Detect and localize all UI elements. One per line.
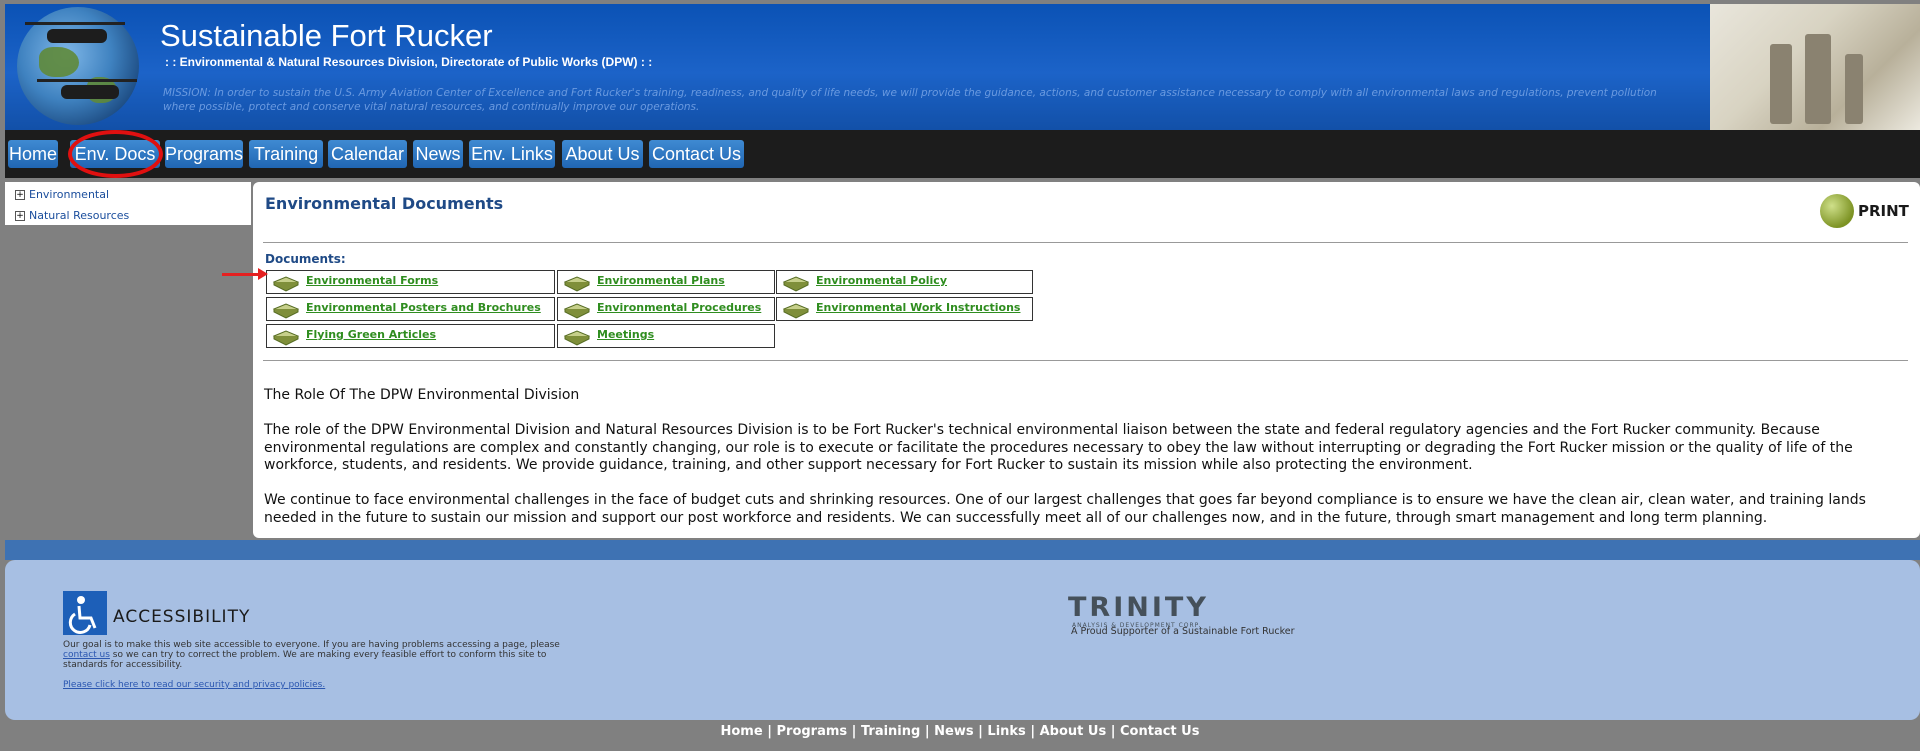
doc-link[interactable]: Environmental Plans xyxy=(597,274,725,287)
expand-icon[interactable]: + xyxy=(15,211,25,221)
tab-env-links[interactable]: Env. Links xyxy=(469,140,555,168)
footer-link-training[interactable]: Training xyxy=(861,724,920,739)
sidebar-item-label[interactable]: Environmental xyxy=(29,188,109,201)
doc-meetings[interactable]: Meetings xyxy=(557,324,775,348)
doc-environmental-procedures[interactable]: Environmental Procedures xyxy=(557,297,775,321)
tab-calendar[interactable]: Calendar xyxy=(328,140,407,168)
role-paragraph-2: We continue to face environmental challe… xyxy=(264,492,1866,526)
role-heading: The Role Of The DPW Environmental Divisi… xyxy=(264,387,580,403)
tab-programs[interactable]: Programs xyxy=(165,140,243,168)
book-icon xyxy=(272,276,300,292)
site-header: Sustainable Fort Rucker : : Environmenta… xyxy=(5,4,1920,130)
doc-environmental-policy[interactable]: Environmental Policy xyxy=(776,270,1033,294)
footer-link-programs[interactable]: Programs xyxy=(777,724,848,739)
main-nav: Home Env. Docs Programs Training Calenda… xyxy=(5,130,1920,178)
privacy-policy-link[interactable]: Please click here to read our security a… xyxy=(63,680,325,690)
documents-label: Documents: xyxy=(265,252,346,266)
sidebar-item-natural-resources[interactable]: + Natural Resources xyxy=(15,209,129,222)
accessibility-text: Our goal is to make this web site access… xyxy=(63,640,563,670)
role-paragraph-1: The role of the DPW Environmental Divisi… xyxy=(264,422,1853,473)
doc-link[interactable]: Environmental Policy xyxy=(816,274,947,287)
tab-training[interactable]: Training xyxy=(249,140,323,168)
divider xyxy=(263,242,1908,243)
highlight-circle xyxy=(68,130,163,178)
book-icon xyxy=(563,303,591,319)
accessibility-title: ACCESSIBILITY xyxy=(113,607,251,627)
doc-link[interactable]: Meetings xyxy=(597,328,654,341)
bottom-links: Home | Programs | Training | News | Link… xyxy=(720,724,1200,739)
footer-link-contact-us[interactable]: Contact Us xyxy=(1120,724,1199,739)
expand-icon[interactable]: + xyxy=(15,190,25,200)
book-icon xyxy=(563,276,591,292)
tab-home[interactable]: Home xyxy=(8,140,58,168)
content-panel: Environmental Documents PRINT Documents:… xyxy=(253,182,1920,538)
book-icon xyxy=(563,330,591,346)
doc-flying-green-articles[interactable]: Flying Green Articles xyxy=(266,324,555,348)
book-icon xyxy=(782,303,810,319)
tab-about-us[interactable]: About Us xyxy=(562,140,643,168)
divider xyxy=(263,360,1908,361)
accessibility-text-before: Our goal is to make this web site access… xyxy=(63,640,560,650)
print-button[interactable]: PRINT xyxy=(1820,192,1910,232)
accessibility-text-after: so we can try to correct the problem. We… xyxy=(63,650,547,670)
contact-us-link[interactable]: contact us xyxy=(63,650,110,660)
tab-news[interactable]: News xyxy=(413,140,463,168)
sidebar-item-label[interactable]: Natural Resources xyxy=(29,209,129,222)
doc-link[interactable]: Flying Green Articles xyxy=(306,328,436,341)
trinity-wordmark: TRINITY xyxy=(1068,592,1209,623)
book-icon xyxy=(272,330,300,346)
doc-environmental-forms[interactable]: Environmental Forms xyxy=(266,270,555,294)
doc-link[interactable]: Environmental Work Instructions xyxy=(816,301,1020,314)
footer-strip xyxy=(5,540,1920,560)
footer-link-home[interactable]: Home xyxy=(721,724,763,739)
site-title: Sustainable Fort Rucker xyxy=(160,18,493,53)
doc-link[interactable]: Environmental Posters and Brochures xyxy=(306,301,541,314)
footer-link-links[interactable]: Links xyxy=(987,724,1025,739)
globe-helicopter-logo xyxy=(17,7,139,125)
footer: ACCESSIBILITY Our goal is to make this w… xyxy=(5,560,1920,720)
footer-link-news[interactable]: News xyxy=(934,724,973,739)
page-title: Environmental Documents xyxy=(265,194,504,213)
print-icon[interactable] xyxy=(1820,194,1854,228)
sidebar-item-environmental[interactable]: + Environmental xyxy=(15,188,109,201)
footer-link-about-us[interactable]: About Us xyxy=(1040,724,1107,739)
print-label[interactable]: PRINT xyxy=(1858,202,1909,220)
tab-contact-us[interactable]: Contact Us xyxy=(649,140,744,168)
book-icon xyxy=(782,276,810,292)
doc-environmental-posters[interactable]: Environmental Posters and Brochures xyxy=(266,297,555,321)
doc-environmental-work-instructions[interactable]: Environmental Work Instructions xyxy=(776,297,1033,321)
mission-statement: MISSION: In order to sustain the U.S. Ar… xyxy=(163,87,1657,113)
book-icon xyxy=(272,303,300,319)
wheelchair-icon xyxy=(63,591,107,635)
trinity-tagline: A Proud Supporter of a Sustainable Fort … xyxy=(1071,626,1295,637)
sidebar: + Environmental + Natural Resources xyxy=(5,182,251,225)
doc-link[interactable]: Environmental Procedures xyxy=(597,301,761,314)
doc-link[interactable]: Environmental Forms xyxy=(306,274,438,287)
red-arrow-annotation xyxy=(222,268,268,280)
header-photo xyxy=(1710,4,1920,130)
doc-environmental-plans[interactable]: Environmental Plans xyxy=(557,270,775,294)
site-subtitle: : : Environmental & Natural Resources Di… xyxy=(165,55,653,69)
